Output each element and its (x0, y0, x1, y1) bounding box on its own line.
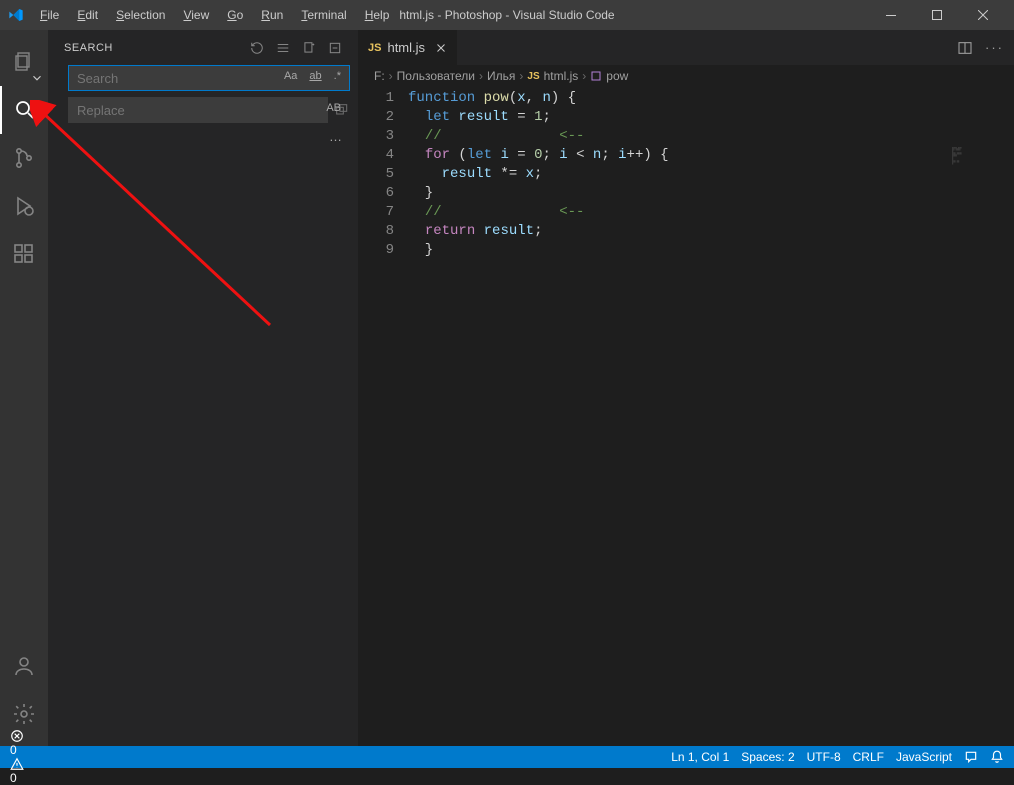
accounts-icon[interactable] (0, 642, 48, 690)
status-bar: 0 0 Ln 1, Col 1 Spaces: 2 UTF-8 CRLF Jav… (0, 746, 1014, 768)
menu-go[interactable]: Go (219, 4, 251, 26)
editor-group: JS html.js ··· F: › Пользователи › Илья … (358, 30, 1014, 746)
menu-file[interactable]: File (32, 4, 67, 26)
search-panel-header: SEARCH (48, 30, 358, 65)
notifications-icon[interactable] (990, 750, 1004, 764)
more-actions-icon[interactable]: ··· (985, 40, 1004, 55)
match-whole-word-toggle[interactable]: ab (306, 69, 324, 83)
window-title: html.js - Photoshop - Visual Studio Code (399, 8, 614, 22)
minimize-button[interactable] (868, 0, 914, 30)
clear-results-icon[interactable] (276, 41, 290, 55)
menu-selection[interactable]: Selection (108, 4, 173, 26)
line-gutter: 123456789 (358, 89, 408, 746)
close-tab-icon[interactable] (435, 42, 447, 54)
replace-input[interactable] (68, 97, 328, 123)
activity-bar (0, 30, 48, 746)
window-controls (868, 0, 1006, 30)
match-case-toggle[interactable]: Aa (281, 69, 300, 83)
status-encoding[interactable]: UTF-8 (807, 750, 841, 764)
menu-view[interactable]: View (175, 4, 217, 26)
regex-toggle[interactable]: .* (331, 69, 344, 83)
source-control-icon[interactable] (0, 134, 48, 182)
breadcrumb[interactable]: F: › Пользователи › Илья › JS html.js › … (358, 65, 1014, 87)
editor-tabs: JS html.js ··· (358, 30, 1014, 65)
feedback-icon[interactable] (964, 750, 978, 764)
menu-run[interactable]: Run (253, 4, 291, 26)
menu-edit[interactable]: Edit (69, 4, 106, 26)
breadcrumb-segment[interactable]: html.js (544, 69, 579, 83)
collapse-icon[interactable] (328, 41, 342, 55)
tab-htmljs[interactable]: JS html.js (358, 30, 458, 65)
panel-title: SEARCH (64, 42, 113, 54)
split-editor-icon[interactable] (957, 40, 973, 56)
status-language[interactable]: JavaScript (896, 750, 952, 764)
debug-icon[interactable] (0, 182, 48, 230)
menu-help[interactable]: Help (357, 4, 398, 26)
menu-terminal[interactable]: Terminal (293, 4, 354, 26)
new-file-icon[interactable] (302, 41, 316, 55)
refresh-icon[interactable] (250, 41, 264, 55)
search-icon[interactable] (0, 86, 48, 134)
tab-label: html.js (387, 40, 425, 55)
breadcrumb-segment[interactable]: F: (374, 69, 385, 83)
errors-warnings[interactable]: 0 0 (10, 729, 24, 785)
javascript-icon: JS (368, 42, 381, 54)
breadcrumb-segment[interactable]: Пользователи (397, 69, 475, 83)
code-lines[interactable]: function pow(x, n) { let result = 1; // … (408, 89, 1014, 746)
status-spaces[interactable]: Spaces: 2 (741, 750, 794, 764)
close-window-button[interactable] (960, 0, 1006, 30)
breadcrumb-segment[interactable]: pow (606, 69, 628, 83)
status-ln-col[interactable]: Ln 1, Col 1 (671, 750, 729, 764)
extensions-icon[interactable] (0, 230, 48, 278)
preserve-case-toggle[interactable]: AB (323, 101, 344, 115)
code-editor[interactable]: 123456789 function pow(x, n) { let resul… (358, 87, 1014, 746)
menu-bar: FileEditSelectionViewGoRunTerminalHelp (32, 4, 397, 26)
chevron-down-icon[interactable] (30, 71, 46, 87)
breadcrumb-segment[interactable]: Илья (487, 69, 515, 83)
minimap[interactable]: ████ █████ ████████ █████████████ ███ (952, 147, 1002, 197)
vscode-logo-icon (8, 7, 24, 23)
status-eol[interactable]: CRLF (853, 750, 884, 764)
maximize-button[interactable] (914, 0, 960, 30)
title-bar: FileEditSelectionViewGoRunTerminalHelp h… (0, 0, 1014, 30)
settings-gear-icon[interactable] (0, 690, 48, 738)
more-options-button[interactable]: … (68, 129, 350, 144)
search-panel: SEARCH Aa ab .* AB (48, 30, 358, 746)
